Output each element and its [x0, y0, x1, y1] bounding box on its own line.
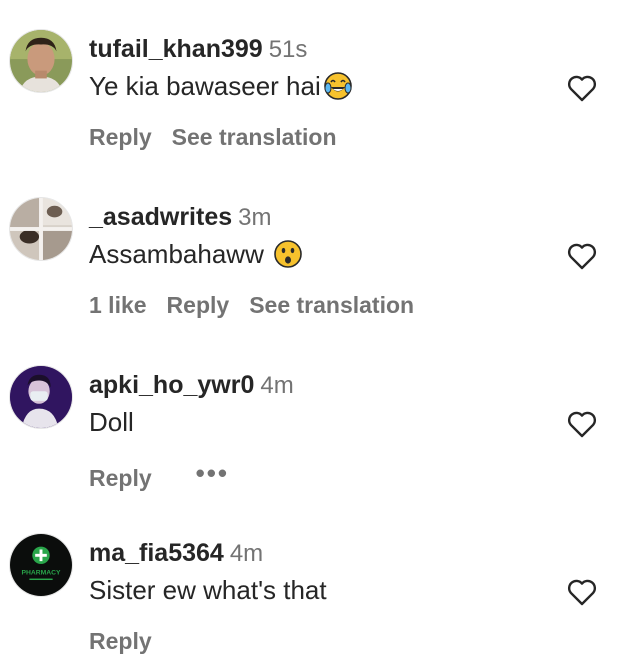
comment-item: PHARMACY ma_fia5364 4m Sister ew what's t… [0, 504, 626, 672]
comment-header: ma_fia5364 4m [89, 536, 263, 570]
reply-button[interactable]: Reply [89, 628, 152, 654]
comment-body: Assambahaww [89, 239, 272, 269]
comment-body: Sister ew what's that [89, 575, 327, 605]
comment-item: tufail_khan399 51s Ye kia bawaseer hai Re… [0, 0, 626, 168]
reply-button[interactable]: Reply [89, 465, 152, 491]
comment-body: Doll [89, 407, 134, 437]
username[interactable]: tufail_khan399 [89, 35, 263, 63]
username[interactable]: _asadwrites [89, 203, 232, 231]
see-translation-button[interactable]: See translation [249, 292, 414, 318]
reply-button[interactable]: Reply [167, 292, 230, 318]
username[interactable]: ma_fia5364 [89, 539, 224, 567]
heart-outline-icon[interactable] [566, 576, 598, 608]
comment-text: Assambahaww [89, 236, 303, 272]
avatar[interactable]: PHARMACY [9, 533, 73, 597]
comment-text: Sister ew what's that [89, 572, 327, 608]
comment-text: Ye kia bawaseer hai [89, 68, 353, 104]
comment-actions: Reply ••• [89, 457, 249, 491]
face-with-tears-of-joy-icon [323, 71, 353, 101]
reply-button[interactable]: Reply [89, 124, 152, 150]
username[interactable]: apki_ho_ywr0 [89, 371, 254, 399]
timestamp: 3m [238, 204, 272, 231]
timestamp: 4m [260, 372, 294, 399]
see-translation-button[interactable]: See translation [172, 124, 337, 150]
comment-body: Ye kia bawaseer hai [89, 71, 321, 101]
heart-outline-icon[interactable] [566, 72, 598, 104]
comment-actions: Reply See translation [89, 121, 357, 153]
avatar[interactable] [9, 365, 73, 429]
timestamp: 51s [268, 36, 308, 63]
comment-header: apki_ho_ywr0 4m [89, 368, 294, 402]
heart-outline-icon[interactable] [566, 408, 598, 440]
pharmacy-logo-text: PHARMACY [21, 570, 61, 577]
comment-actions: 1 like Reply See translation [89, 289, 434, 321]
comment-item: apki_ho_ywr0 4m Doll Reply ••• [0, 336, 626, 504]
comment-text: Doll [89, 404, 134, 440]
avatar[interactable] [9, 197, 73, 261]
hushed-face-icon [273, 239, 303, 269]
avatar[interactable] [9, 29, 73, 93]
comment-header: tufail_khan399 51s [89, 32, 307, 66]
more-options-icon[interactable]: ••• [196, 457, 229, 489]
comment-item: _asadwrites 3m Assambahaww 1 like Reply See… [0, 168, 626, 336]
heart-outline-icon[interactable] [566, 240, 598, 272]
comment-actions: Reply [89, 625, 172, 657]
comment-header: _asadwrites 3m [89, 200, 271, 234]
like-count[interactable]: 1 like [89, 292, 147, 318]
timestamp: 4m [229, 540, 264, 567]
